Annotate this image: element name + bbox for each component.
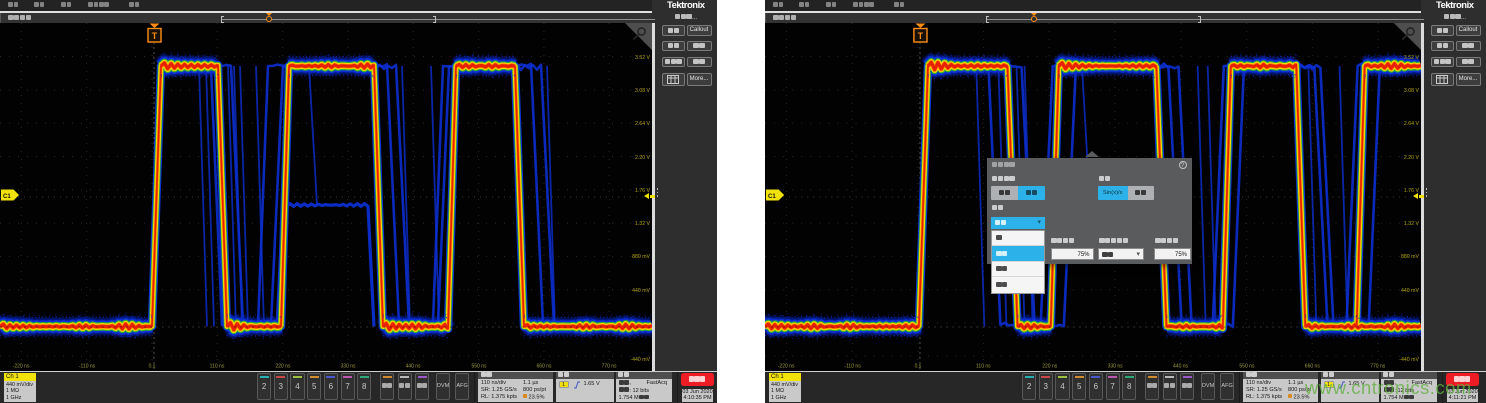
svg-text:2.64 V: 2.64 V — [1404, 121, 1420, 127]
svg-text:3.08 V: 3.08 V — [635, 88, 651, 94]
svg-text:-110 ns: -110 ns — [844, 364, 861, 370]
svg-text:2.64 V: 2.64 V — [635, 121, 651, 127]
svg-text:1.32 V: 1.32 V — [1404, 221, 1420, 227]
svg-text:440 mV: 440 mV — [632, 288, 650, 294]
svg-text:550 ns: 550 ns — [1239, 364, 1255, 370]
svg-text:770 ns: 770 ns — [601, 364, 617, 370]
svg-text:770 ns: 770 ns — [1370, 364, 1386, 370]
svg-text:220 ns: 220 ns — [275, 364, 291, 370]
svg-text:110 ns: 110 ns — [210, 364, 225, 370]
svg-text:220 ns: 220 ns — [1042, 364, 1058, 370]
svg-text:660 ns: 660 ns — [1305, 364, 1321, 370]
svg-text:2.20 V: 2.20 V — [1404, 155, 1420, 161]
svg-text:C1: C1 — [768, 194, 776, 200]
svg-text:660 ns: 660 ns — [536, 364, 552, 370]
svg-text:440 ns: 440 ns — [1173, 364, 1189, 370]
svg-text:T: T — [152, 31, 158, 41]
svg-text:550 ns: 550 ns — [471, 364, 487, 370]
svg-text:3.08 V: 3.08 V — [1404, 88, 1420, 94]
svg-text:880 mV: 880 mV — [1401, 254, 1420, 260]
svg-text:880 mV: 880 mV — [632, 254, 650, 260]
svg-text:-110 ns: -110 ns — [79, 364, 96, 370]
svg-text:3.52 V: 3.52 V — [635, 55, 651, 61]
svg-text:440 mV: 440 mV — [1401, 288, 1420, 294]
svg-text:330 ns: 330 ns — [340, 364, 356, 370]
svg-text:-220 ns: -220 ns — [778, 364, 795, 370]
svg-text:440 ns: 440 ns — [405, 364, 421, 370]
svg-text:-220 ns: -220 ns — [13, 364, 30, 370]
svg-text:-440 mV: -440 mV — [1399, 357, 1419, 363]
svg-text:-440 mV: -440 mV — [630, 357, 650, 363]
svg-text:2.20 V: 2.20 V — [635, 155, 651, 161]
svg-text:1.32 V: 1.32 V — [635, 221, 651, 227]
svg-text:3.52 V: 3.52 V — [1404, 55, 1420, 61]
svg-text:330 ns: 330 ns — [1108, 364, 1124, 370]
svg-text:C1: C1 — [3, 194, 11, 200]
svg-text:0 s: 0 s — [915, 364, 922, 370]
svg-text:110 ns: 110 ns — [976, 364, 991, 370]
svg-text:T: T — [918, 31, 924, 41]
svg-text:0 s: 0 s — [149, 364, 156, 370]
